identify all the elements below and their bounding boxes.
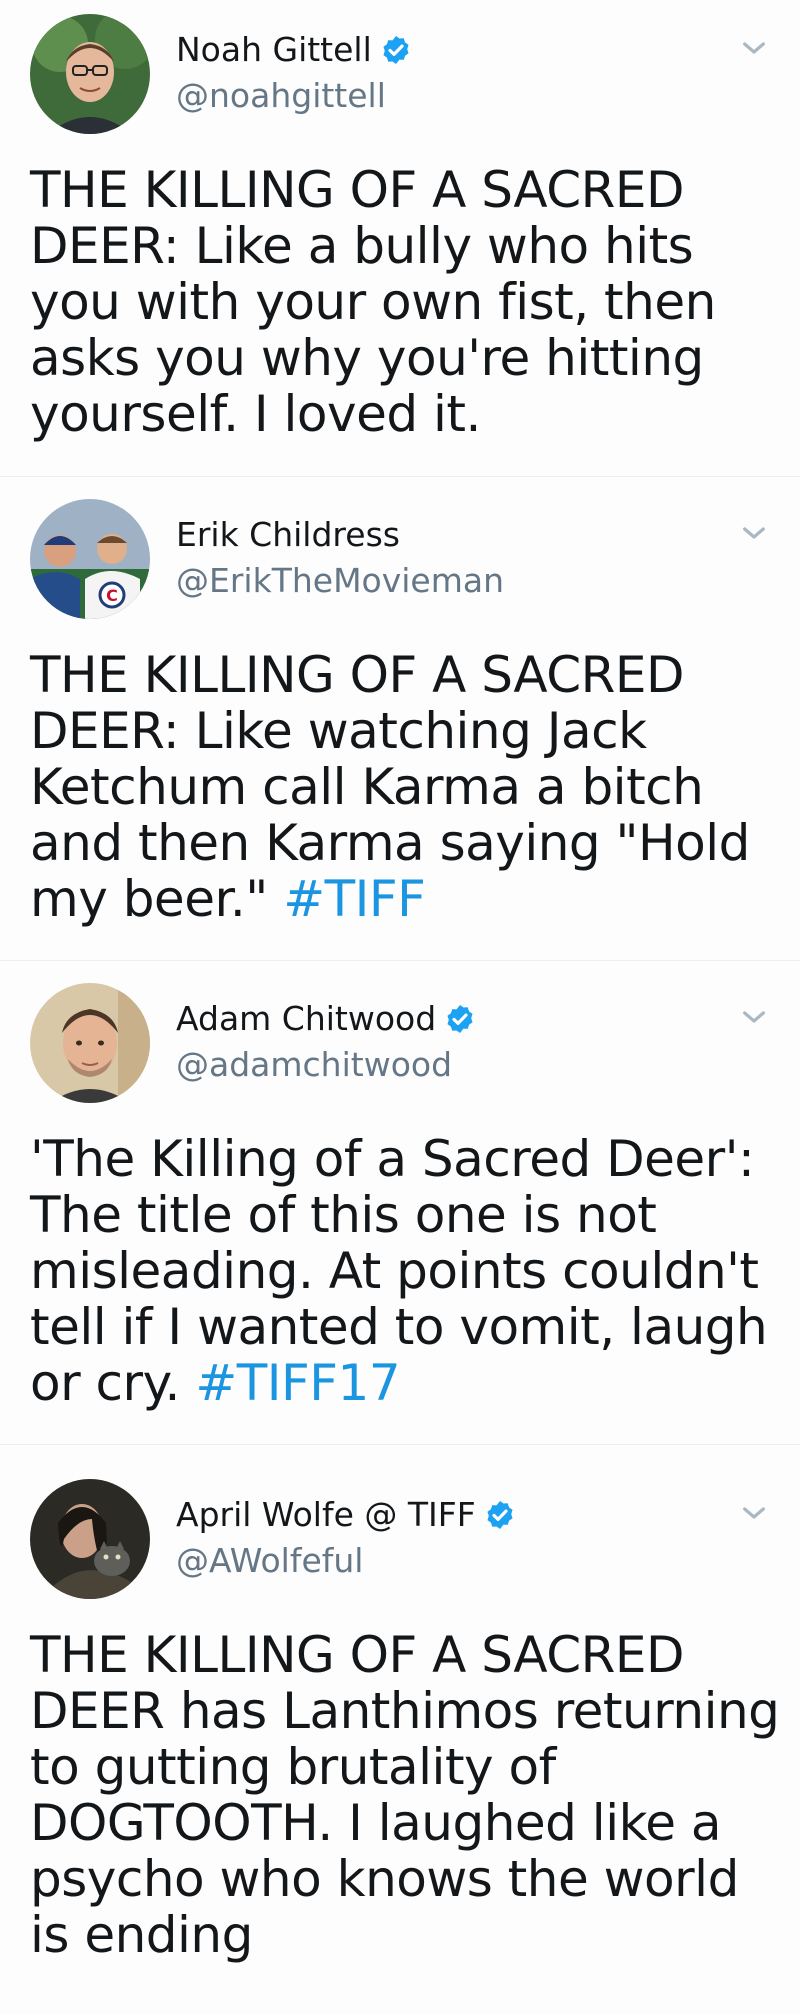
chevron-down-icon[interactable]: [738, 517, 770, 549]
display-name-text[interactable]: Noah Gittell: [176, 28, 372, 72]
avatar[interactable]: [30, 983, 150, 1103]
tweet-author[interactable]: Noah Gittell @noahgittell: [176, 28, 412, 118]
chevron-down-icon[interactable]: [738, 32, 770, 64]
display-name[interactable]: Erik Childress: [176, 513, 504, 557]
user-handle[interactable]: @AWolfeful: [176, 1539, 516, 1583]
tweet-text: THE KILLING OF A SACRED DEER has Lanthim…: [30, 1627, 780, 1963]
chevron-down-icon[interactable]: [738, 1497, 770, 1529]
svg-text:C: C: [106, 586, 118, 605]
tweet-author[interactable]: Adam Chitwood @adamchitwood: [176, 997, 476, 1087]
chevron-down-icon[interactable]: [738, 1001, 770, 1033]
avatar[interactable]: [30, 14, 150, 134]
display-name-text[interactable]: Adam Chitwood: [176, 997, 436, 1041]
tweet-author[interactable]: April Wolfe @ TIFF @AWolfeful: [176, 1493, 516, 1583]
tweet-card[interactable]: C Erik Childress @ErikTheMovieman THE KI…: [0, 476, 800, 960]
display-name[interactable]: Adam Chitwood: [176, 997, 476, 1041]
tweet-text-content: THE KILLING OF A SACRED DEER: Like a bul…: [30, 161, 716, 443]
tweet-author[interactable]: Erik Childress @ErikTheMovieman: [176, 513, 504, 603]
avatar[interactable]: [30, 1479, 150, 1599]
user-handle[interactable]: @adamchitwood: [176, 1043, 476, 1087]
display-name[interactable]: Noah Gittell: [176, 28, 412, 72]
tweet-text: THE KILLING OF A SACRED DEER: Like a bul…: [30, 162, 780, 442]
tweet-text-content: THE KILLING OF A SACRED DEER has Lanthim…: [30, 1626, 780, 1964]
tweet-card[interactable]: Adam Chitwood @adamchitwood 'The Killing…: [0, 960, 800, 1444]
hashtag-link[interactable]: #TIFF: [283, 870, 426, 928]
tweet-text: 'The Killing of a Sacred Deer': The titl…: [30, 1131, 780, 1411]
verified-badge-icon: [487, 1501, 513, 1529]
tweet-text: THE KILLING OF A SACRED DEER: Like watch…: [30, 647, 780, 927]
display-name[interactable]: April Wolfe @ TIFF: [176, 1493, 516, 1537]
tweet-card[interactable]: Noah Gittell @noahgittell THE KILLING OF…: [0, 0, 800, 476]
verified-badge-icon: [447, 1005, 473, 1033]
tweet-feed: Noah Gittell @noahgittell THE KILLING OF…: [0, 0, 800, 2014]
verified-badge-icon: [383, 36, 409, 64]
user-handle[interactable]: @ErikTheMovieman: [176, 559, 504, 603]
tweet-card[interactable]: April Wolfe @ TIFF @AWolfeful THE KILLIN…: [0, 1444, 800, 2014]
hashtag-link[interactable]: #TIFF17: [195, 1354, 400, 1412]
display-name-text[interactable]: Erik Childress: [176, 513, 400, 557]
avatar[interactable]: C: [30, 499, 150, 619]
display-name-text[interactable]: April Wolfe @ TIFF: [176, 1493, 476, 1537]
user-handle[interactable]: @noahgittell: [176, 74, 412, 118]
